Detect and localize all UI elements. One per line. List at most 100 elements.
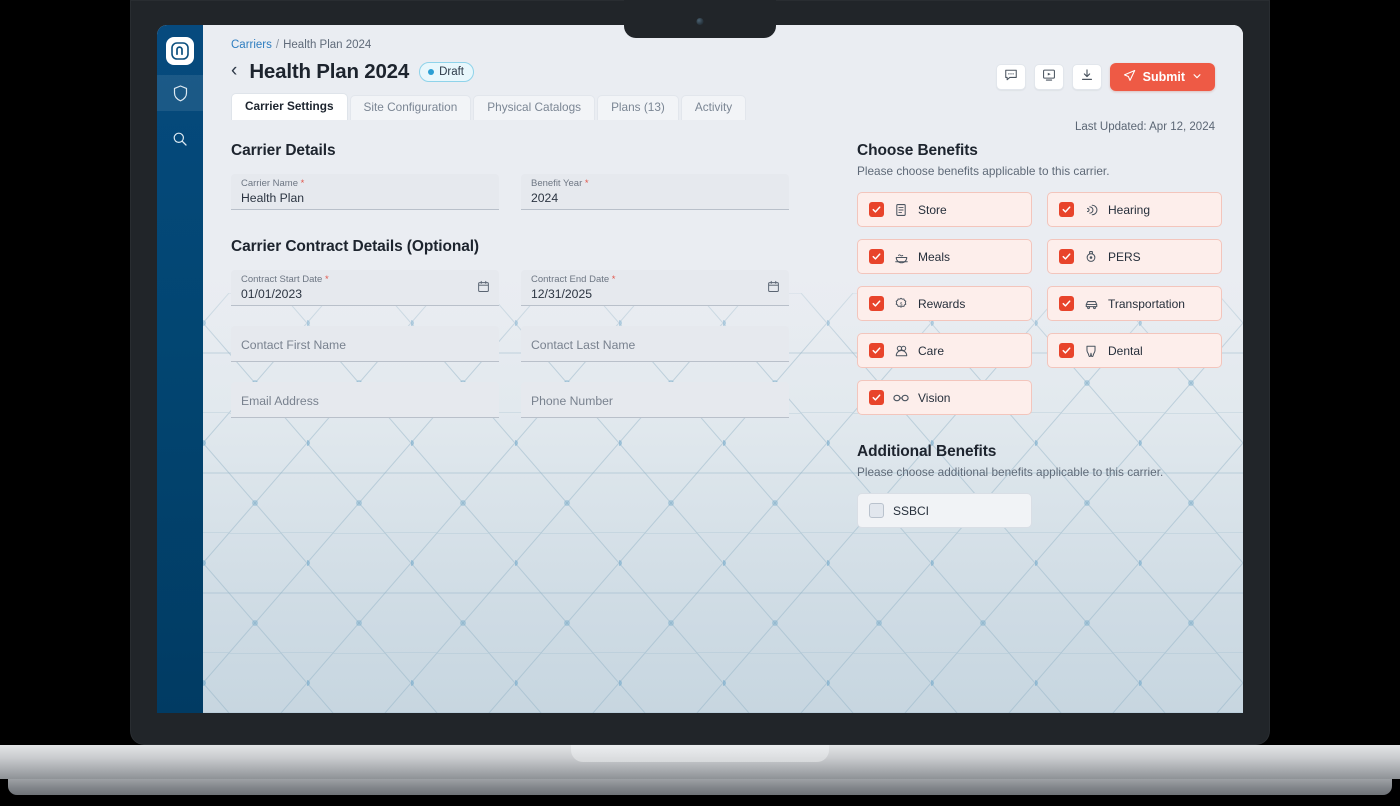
benefit-year-label: Benefit Year * (531, 178, 589, 189)
checkbox-checked-icon[interactable] (869, 202, 884, 217)
benefit-label: Rewards (918, 296, 966, 311)
contact-last-name-field[interactable]: Contact Last Name (521, 326, 789, 362)
shield-icon (173, 84, 188, 102)
checkbox-checked-icon[interactable] (1059, 202, 1074, 217)
phone-number-field[interactable]: Phone Number (521, 382, 789, 418)
main-area: Carriers / Health Plan 2024 ‹ Health Pla… (203, 25, 1243, 713)
submit-button-label: Submit (1142, 70, 1185, 84)
back-arrow-icon[interactable]: ‹ (231, 61, 239, 83)
tab-activity[interactable]: Activity (680, 95, 747, 120)
breadcrumb-separator: / (275, 39, 280, 51)
benefit-store[interactable]: Store (857, 192, 1032, 227)
tab-site-configuration[interactable]: Site Configuration (349, 95, 472, 120)
sidebar-item-search[interactable] (157, 121, 203, 157)
contract-details-fields: Contract Start Date * 01/01/2023 Contrac… (231, 270, 803, 438)
benefit-meals[interactable]: Meals (857, 239, 1032, 274)
benefit-year-value: 2024 (531, 191, 559, 206)
email-address-placeholder: Email Address (241, 394, 319, 408)
checkbox-checked-icon[interactable] (869, 249, 884, 264)
benefit-year-field[interactable]: Benefit Year * 2024 (521, 174, 789, 210)
benefit-transportation[interactable]: Transportation (1047, 286, 1222, 321)
contract-end-date-field[interactable]: Contract End Date * 12/31/2025 (521, 270, 789, 306)
submit-button[interactable]: Submit (1109, 63, 1215, 91)
contract-start-date-value: 01/01/2023 (241, 287, 302, 302)
contract-details-title: Carrier Contract Details (Optional) (231, 238, 479, 255)
document-icon (893, 203, 909, 217)
app-logo[interactable] (166, 37, 194, 65)
email-address-field[interactable]: Email Address (231, 382, 499, 418)
benefit-pers[interactable]: PERS (1047, 239, 1222, 274)
benefit-label: SSBCI (893, 503, 930, 518)
benefit-rewards[interactable]: $ Rewards (857, 286, 1032, 321)
video-icon (1042, 68, 1056, 87)
benefit-label: Hearing (1108, 202, 1151, 217)
tooth-icon (1083, 344, 1099, 358)
benefits-column: Choose Benefits Please choose benefits a… (803, 142, 1222, 713)
checkbox-checked-icon[interactable] (1059, 296, 1074, 311)
meals-icon (893, 250, 909, 264)
carrier-name-field[interactable]: Carrier Name * Health Plan (231, 174, 499, 210)
breadcrumb-parent-link[interactable]: Carriers (231, 39, 272, 51)
carrier-details-title: Carrier Details (231, 142, 336, 159)
checkbox-unchecked-icon[interactable] (869, 503, 884, 518)
app-sidebar (157, 25, 203, 713)
choose-benefits-subtitle: Please choose benefits applicable to thi… (857, 164, 1110, 178)
laptop-base-foot (8, 779, 1392, 795)
comment-icon (1004, 68, 1018, 87)
benefit-label: Vision (918, 390, 951, 405)
webcam-icon (696, 18, 704, 25)
benefits-grid: Store Hearing Meals PERS $ Rewards Trans… (857, 192, 1222, 415)
comment-button[interactable] (995, 64, 1026, 90)
page-title: Health Plan 2024 (249, 60, 410, 83)
status-dot-icon (428, 69, 435, 75)
tab-physical-catalogs[interactable]: Physical Catalogs (473, 95, 596, 120)
send-icon (1123, 69, 1136, 85)
search-icon (172, 131, 188, 147)
checkbox-checked-icon[interactable] (1059, 249, 1074, 264)
additional-benefits-grid: SSBCI (857, 493, 1222, 528)
download-button[interactable] (1071, 64, 1102, 90)
screen-viewport: Carriers / Health Plan 2024 ‹ Health Pla… (157, 25, 1243, 713)
checkbox-checked-icon[interactable] (869, 390, 884, 405)
tab-plans[interactable]: Plans (13) (597, 95, 679, 120)
contact-first-name-field[interactable]: Contact First Name (231, 326, 499, 362)
car-icon (1083, 297, 1099, 311)
benefit-label: Store (918, 202, 947, 217)
care-icon (893, 344, 909, 358)
checkbox-checked-icon[interactable] (869, 296, 884, 311)
additional-benefits-title: Additional Benefits (857, 443, 997, 460)
benefit-hearing[interactable]: Hearing (1047, 192, 1222, 227)
glasses-icon (893, 392, 909, 404)
status-badge-label: Draft (439, 66, 464, 78)
benefit-ssbci[interactable]: SSBCI (857, 493, 1032, 528)
sidebar-item-shield[interactable] (157, 75, 203, 111)
additional-benefits-subtitle: Please choose additional benefits applic… (857, 465, 1164, 479)
benefit-label: Meals (918, 249, 951, 264)
contract-end-date-label: Contract End Date * (531, 274, 616, 285)
checkbox-checked-icon[interactable] (869, 343, 884, 358)
benefit-label: Care (918, 343, 945, 358)
calendar-icon[interactable] (767, 280, 780, 298)
pers-icon (1083, 250, 1099, 264)
carrier-form-column: Carrier Details Carrier Name * Health Pl… (231, 142, 803, 713)
calendar-icon[interactable] (477, 280, 490, 298)
checkbox-checked-icon[interactable] (1059, 343, 1074, 358)
hearing-icon (1083, 203, 1099, 217)
benefit-label: PERS (1108, 249, 1141, 264)
chevron-down-icon (1192, 70, 1202, 84)
benefit-care[interactable]: Care (857, 333, 1032, 368)
tab-bar: Carrier Settings Site Configuration Phys… (231, 93, 1243, 120)
benefit-dental[interactable]: Dental (1047, 333, 1222, 368)
carrier-name-value: Health Plan (241, 191, 305, 206)
status-badge: Draft (419, 62, 474, 82)
choose-benefits-title: Choose Benefits (857, 142, 978, 159)
screenshot-stage: Carriers / Health Plan 2024 ‹ Health Pla… (0, 0, 1400, 806)
contract-start-date-field[interactable]: Contract Start Date * 01/01/2023 (231, 270, 499, 306)
video-button[interactable] (1033, 64, 1064, 90)
laptop-base-notch (571, 745, 829, 762)
tab-carrier-settings[interactable]: Carrier Settings (231, 93, 348, 120)
contract-start-date-label: Contract Start Date * (241, 274, 329, 285)
rewards-badge-icon: $ (893, 297, 909, 311)
contact-last-name-placeholder: Contact Last Name (531, 338, 636, 352)
benefit-vision[interactable]: Vision (857, 380, 1032, 415)
